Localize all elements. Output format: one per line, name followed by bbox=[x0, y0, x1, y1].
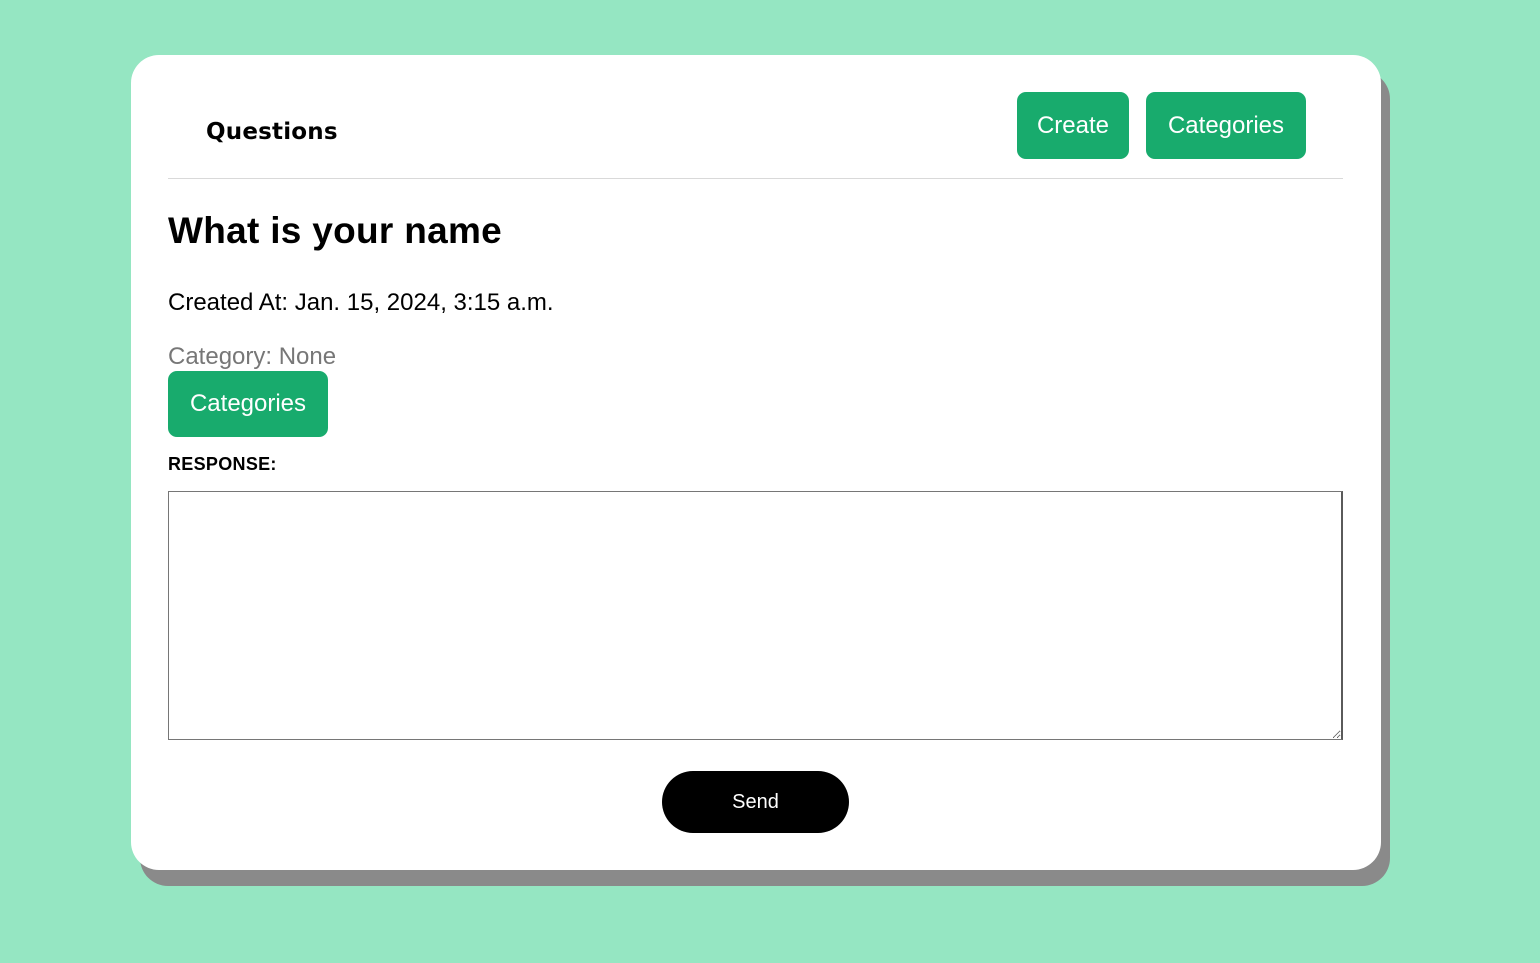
send-button[interactable]: Send bbox=[662, 771, 849, 833]
response-label: RESPONSE: bbox=[168, 454, 277, 474]
create-button[interactable]: Create bbox=[1017, 92, 1129, 159]
question-card: Questions Create Categories What is your… bbox=[131, 55, 1381, 870]
category-text: Category: None bbox=[168, 343, 337, 370]
created-at-text: Created At: Jan. 15, 2024, 3:15 a.m. bbox=[168, 289, 554, 316]
header: Questions Create Categories bbox=[168, 55, 1343, 179]
categories-button[interactable]: Categories bbox=[168, 371, 328, 437]
question-title: What is your name bbox=[168, 210, 503, 251]
nav-categories-button[interactable]: Categories bbox=[1146, 92, 1306, 159]
brand-link[interactable]: Questions bbox=[206, 121, 338, 144]
response-textarea[interactable] bbox=[168, 491, 1343, 740]
